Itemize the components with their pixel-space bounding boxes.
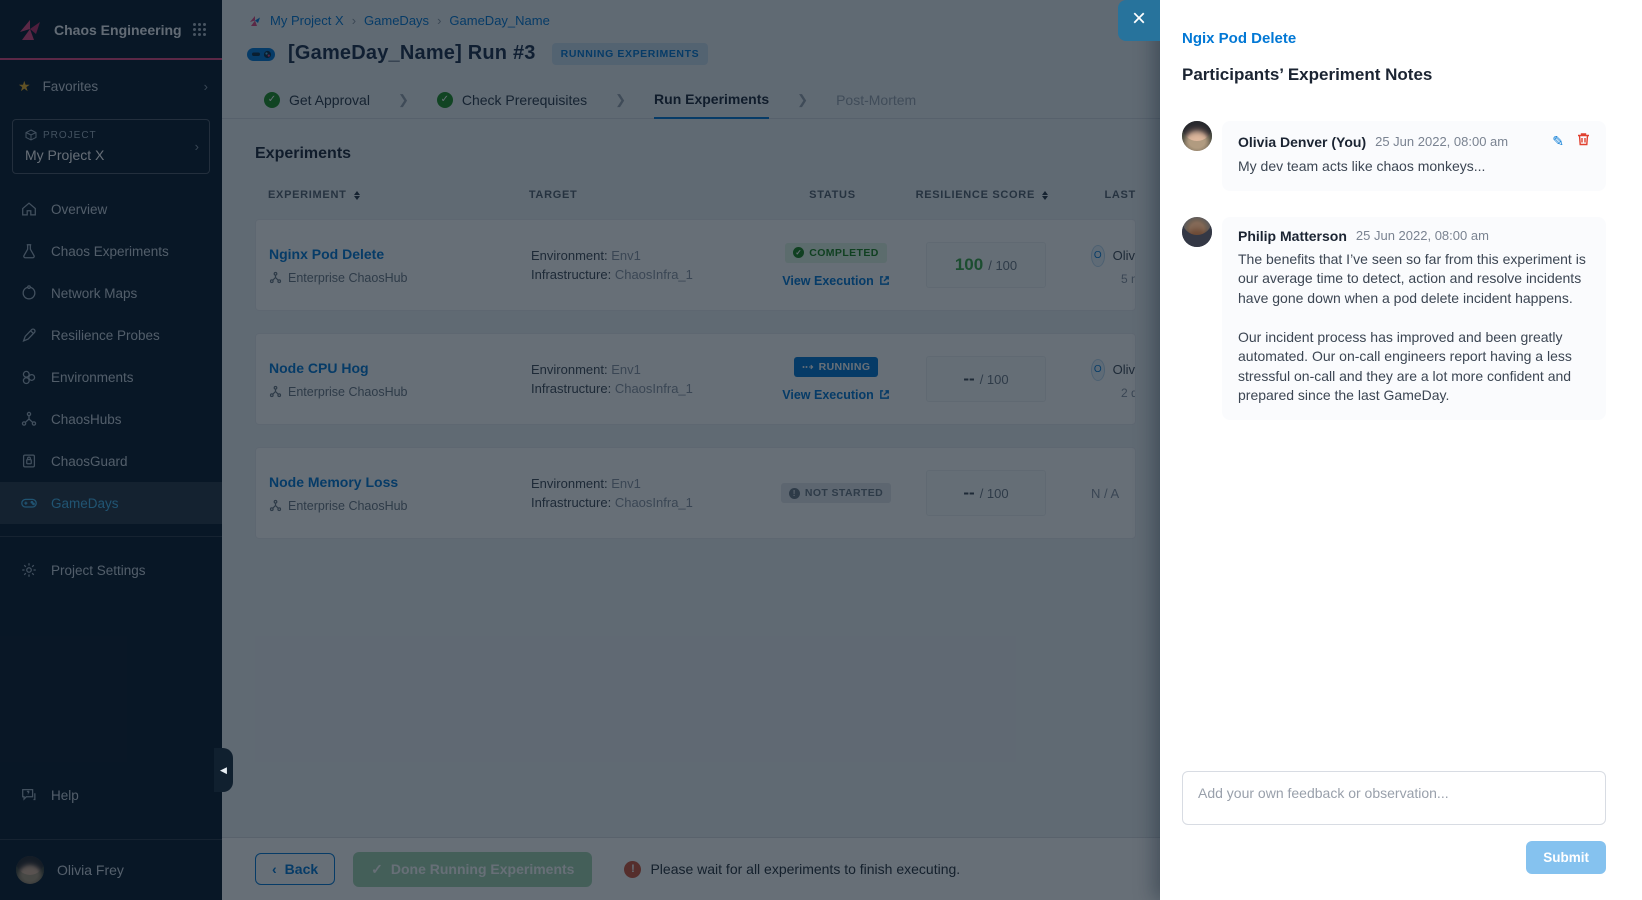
submit-button[interactable]: Submit	[1526, 841, 1606, 874]
experiment-link[interactable]: Ngix Pod Delete	[1182, 30, 1606, 47]
avatar	[1182, 121, 1212, 151]
drawer-title: Participants’ Experiment Notes	[1182, 65, 1606, 85]
note-timestamp: 25 Jun 2022, 08:00 am	[1356, 228, 1489, 243]
avatar	[1182, 217, 1212, 247]
note-body: The benefits that I’ve seen so far from …	[1238, 250, 1590, 406]
edit-icon[interactable]: ✎	[1552, 133, 1564, 150]
note-item: Olivia Denver (You) 25 Jun 2022, 08:00 a…	[1182, 121, 1606, 191]
sidebar-collapse-handle[interactable]: ◀	[214, 748, 233, 792]
experiment-notes-drawer: × Ngix Pod Delete Participants’ Experime…	[1160, 0, 1642, 900]
close-icon[interactable]: ×	[1118, 0, 1160, 41]
note-author: Olivia Denver (You)	[1238, 134, 1366, 150]
feedback-input[interactable]	[1182, 771, 1606, 825]
note-author: Philip Matterson	[1238, 228, 1347, 244]
note-timestamp: 25 Jun 2022, 08:00 am	[1375, 134, 1508, 149]
trash-icon[interactable]	[1577, 132, 1590, 151]
note-item: Philip Matterson 25 Jun 2022, 08:00 am T…	[1182, 217, 1606, 420]
note-body: My dev team acts like chaos monkeys...	[1238, 157, 1590, 177]
modal-dim-overlay[interactable]	[0, 0, 1160, 900]
